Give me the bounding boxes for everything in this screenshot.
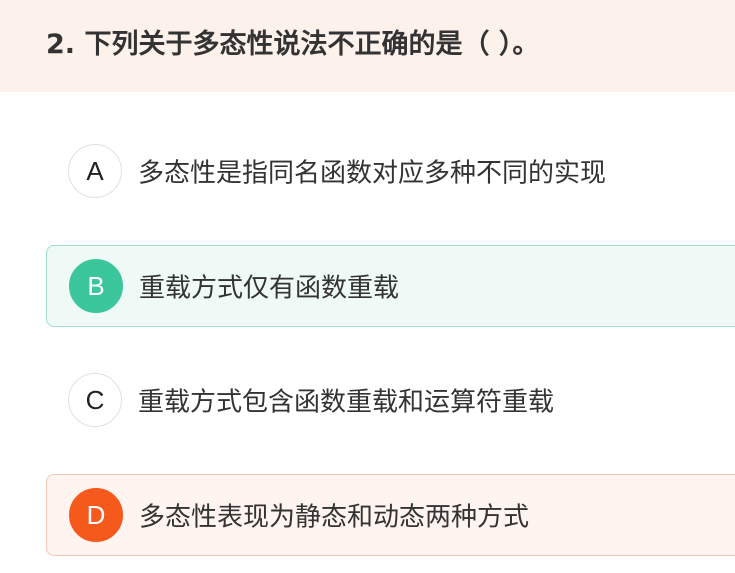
option-a-letter-badge: A (68, 144, 122, 198)
option-b-text: 重载方式仅有函数重载 (139, 273, 400, 304)
option-d-text: 多态性表现为静态和动态两种方式 (139, 502, 530, 533)
question-title: 2. 下列关于多态性说法不正确的是（ ）。 (46, 29, 540, 60)
option-b[interactable]: B 重载方式仅有函数重载 (46, 245, 735, 327)
option-d-letter-badge: D (69, 488, 123, 542)
option-c[interactable]: C 重载方式包含函数重载和运算符重载 (46, 359, 735, 441)
question-header: 2. 下列关于多态性说法不正确的是（ ）。 (0, 0, 735, 92)
option-c-text: 重载方式包含函数重载和运算符重载 (138, 387, 555, 418)
option-d[interactable]: D 多态性表现为静态和动态两种方式 (46, 474, 735, 556)
option-a[interactable]: A 多态性是指同名函数对应多种不同的实现 (46, 130, 735, 212)
option-b-letter-badge: B (69, 259, 123, 313)
option-c-letter-badge: C (68, 373, 122, 427)
option-a-text: 多态性是指同名函数对应多种不同的实现 (138, 158, 607, 189)
